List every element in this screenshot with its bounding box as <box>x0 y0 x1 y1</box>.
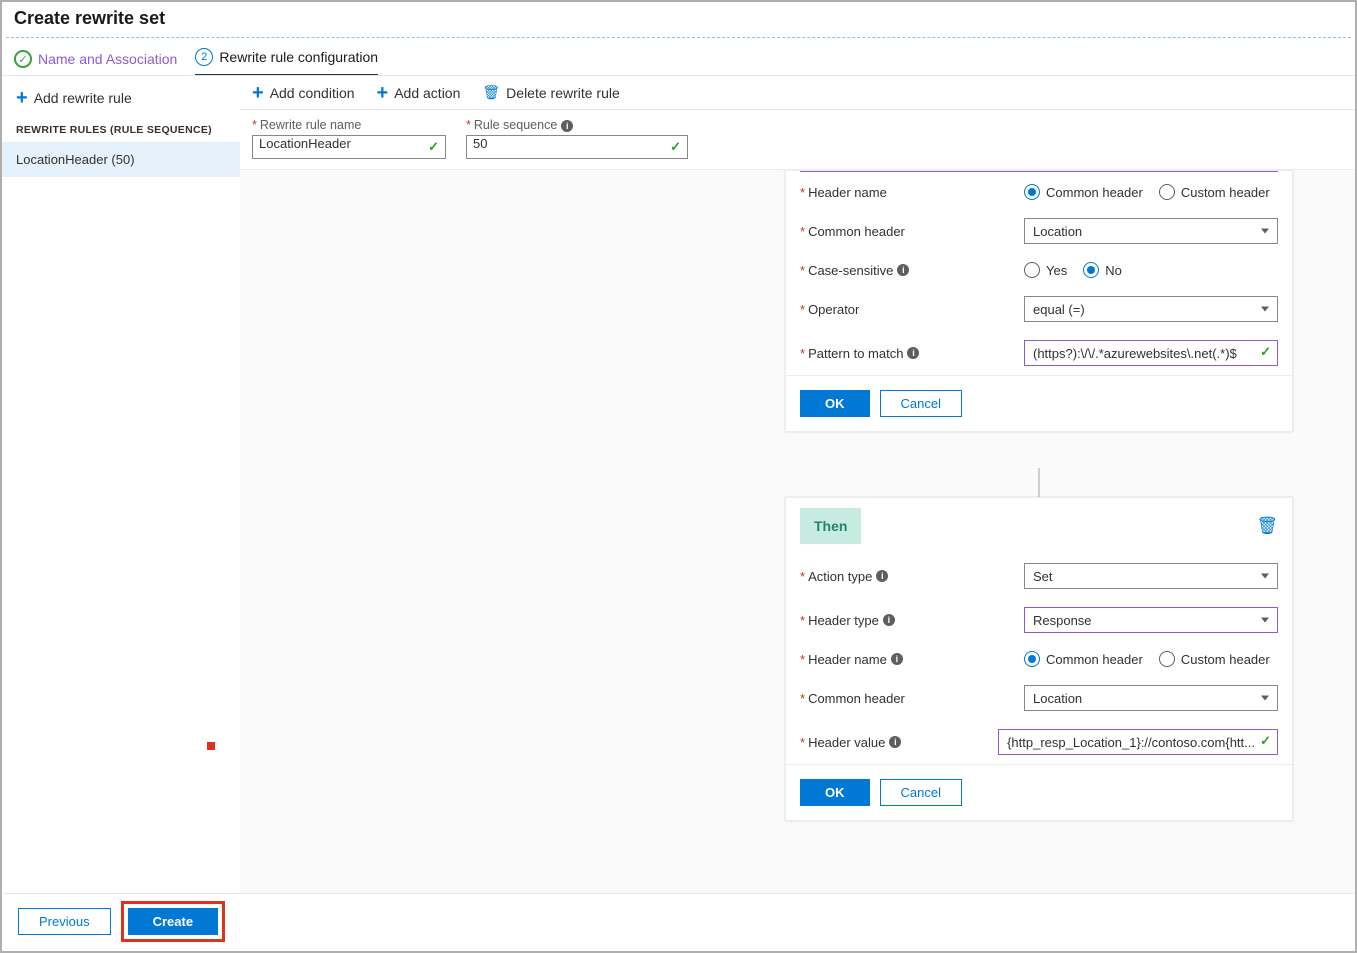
then-cancel-button[interactable]: Cancel <box>880 779 962 806</box>
plus-icon: + <box>16 91 28 105</box>
delete-rule-button[interactable]: 🗑 Delete rewrite rule <box>482 84 619 101</box>
add-action-label: Add action <box>394 85 460 101</box>
main: + Add condition + Add action 🗑 Delete re… <box>240 76 1355 895</box>
previous-button[interactable]: Previous <box>18 908 111 935</box>
then-action-type-label: Action type <box>808 569 872 584</box>
step-rewrite-rule-config[interactable]: 2 Rewrite rule configuration <box>195 48 378 76</box>
action-card: Then 🗑 *Action typei Set *Header typei R… <box>785 497 1293 821</box>
if-custom-header-radio[interactable]: Custom header <box>1159 184 1270 200</box>
plus-icon: + <box>377 86 389 100</box>
add-rewrite-rule-label: Add rewrite rule <box>34 90 132 106</box>
then-header-value-label: Header value <box>808 735 885 750</box>
if-cancel-button[interactable]: Cancel <box>880 390 962 417</box>
annotation-marker <box>207 742 215 750</box>
info-icon[interactable]: i <box>876 570 888 582</box>
if-ok-button[interactable]: OK <box>800 390 870 417</box>
rule-toolbar: + Add condition + Add action 🗑 Delete re… <box>240 76 1355 110</box>
then-action-type-select[interactable]: Set <box>1024 563 1278 589</box>
if-case-yes-radio[interactable]: Yes <box>1024 262 1067 278</box>
if-header-name-label: Header name <box>808 185 887 200</box>
if-case-no-radio[interactable]: No <box>1083 262 1122 278</box>
condition-card: *Header name Common header Custom header… <box>785 170 1293 432</box>
then-ok-button[interactable]: OK <box>800 779 870 806</box>
if-operator-label: Operator <box>808 302 859 317</box>
then-common-header-label: Common header <box>808 691 905 706</box>
if-common-header-label: Common header <box>808 224 905 239</box>
trash-icon: 🗑 <box>482 84 500 101</box>
then-header-type-label: Header type <box>808 613 879 628</box>
info-icon[interactable]: i <box>897 264 909 276</box>
create-button[interactable]: Create <box>128 908 218 935</box>
then-common-header-select[interactable]: Location <box>1024 685 1278 711</box>
add-action-button[interactable]: + Add action <box>377 85 461 101</box>
info-icon[interactable]: i <box>883 614 895 626</box>
if-common-header-select[interactable]: Location <box>1024 218 1278 244</box>
rule-name-label: *Rewrite rule name <box>252 118 446 132</box>
card-connector <box>1038 468 1040 497</box>
step-2-label: Rewrite rule configuration <box>219 49 378 65</box>
then-custom-header-radio[interactable]: Custom header <box>1159 651 1270 667</box>
step-name-association[interactable]: ✓ Name and Association <box>14 50 177 76</box>
delete-rule-label: Delete rewrite rule <box>506 85 620 101</box>
add-condition-label: Add condition <box>270 85 355 101</box>
add-rewrite-rule-button[interactable]: + Add rewrite rule <box>2 82 240 114</box>
check-icon: ✓ <box>14 50 32 68</box>
sidebar: + Add rewrite rule REWRITE RULES (RULE S… <box>2 76 240 895</box>
rule-canvas: *Header name Common header Custom header… <box>240 170 1355 895</box>
sidebar-section-header: REWRITE RULES (RULE SEQUENCE) <box>2 114 240 142</box>
wizard-steps: ✓ Name and Association 2 Rewrite rule co… <box>2 38 1355 76</box>
rule-item-locationheader[interactable]: LocationHeader (50) <box>2 142 240 177</box>
rule-sequence-label: *Rule sequencei <box>466 118 688 132</box>
info-icon[interactable]: i <box>561 120 573 132</box>
highlight-box: Create <box>121 901 225 942</box>
rule-properties: *Rewrite rule name LocationHeader *Rule … <box>240 110 1355 170</box>
plus-icon: + <box>252 86 264 100</box>
then-chip: Then <box>800 508 861 544</box>
info-icon[interactable]: i <box>907 347 919 359</box>
info-icon[interactable]: i <box>891 653 903 665</box>
then-common-header-radio[interactable]: Common header <box>1024 651 1143 667</box>
page-title: Create rewrite set <box>2 2 1355 37</box>
info-icon[interactable]: i <box>889 736 901 748</box>
if-case-sensitive-label: Case-sensitive <box>808 263 893 278</box>
trash-icon[interactable]: 🗑 <box>1256 516 1278 536</box>
if-pattern-label: Pattern to match <box>808 346 903 361</box>
step-2-number-icon: 2 <box>195 48 213 66</box>
if-pattern-input[interactable]: (https?):\/\/.*azurewebsites\.net(.*)$ <box>1024 340 1278 366</box>
step-1-label: Name and Association <box>38 51 177 67</box>
rule-sequence-input[interactable]: 50 <box>466 135 688 159</box>
then-header-type-select[interactable]: Response <box>1024 607 1278 633</box>
rule-name-input[interactable]: LocationHeader <box>252 135 446 159</box>
if-common-header-radio[interactable]: Common header <box>1024 184 1143 200</box>
then-header-name-label: Header name <box>808 652 887 667</box>
add-condition-button[interactable]: + Add condition <box>252 85 355 101</box>
then-header-value-input[interactable]: {http_resp_Location_1}://contoso.com{htt… <box>998 729 1278 755</box>
if-operator-select[interactable]: equal (=) <box>1024 296 1278 322</box>
wizard-footer: Previous Create <box>4 893 1353 949</box>
